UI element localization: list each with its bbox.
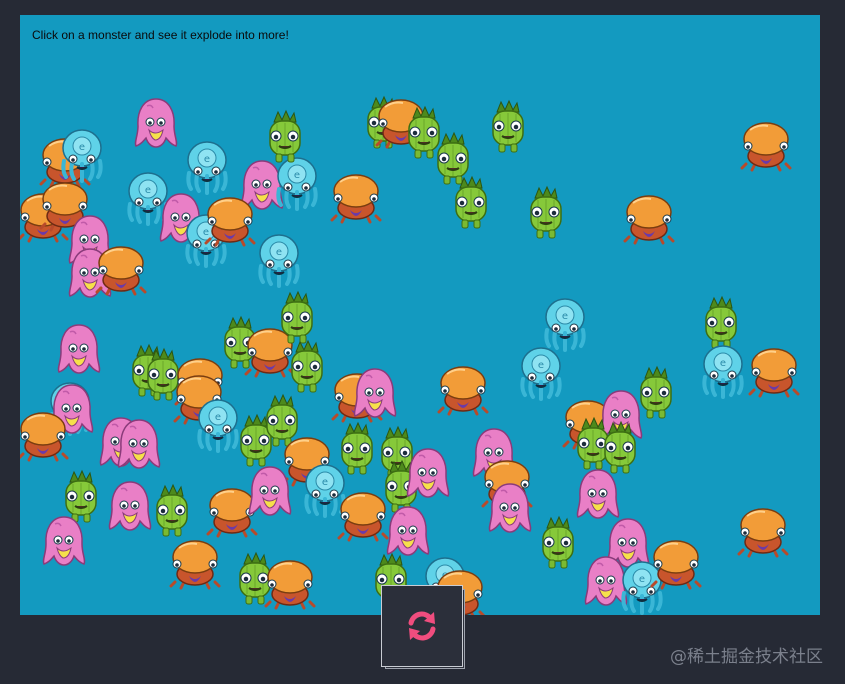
svg-text:e: e (276, 247, 282, 258)
monster-orange[interactable] (738, 120, 794, 172)
monster-orange[interactable] (335, 490, 391, 542)
monster-orange[interactable] (20, 410, 71, 462)
monster-blue[interactable]: e (541, 296, 589, 352)
monster-green[interactable] (149, 483, 195, 542)
svg-text:e: e (562, 311, 568, 322)
monster-pink[interactable] (487, 481, 533, 535)
svg-text:e: e (322, 477, 328, 488)
monster-pink[interactable] (352, 366, 398, 420)
monster-orange[interactable] (167, 538, 223, 590)
svg-text:e: e (294, 170, 300, 181)
monster-pink[interactable] (107, 479, 153, 533)
monster-orange[interactable] (262, 558, 318, 610)
monster-blue[interactable]: e (183, 139, 231, 195)
monster-pink[interactable] (133, 96, 179, 150)
monster-green[interactable] (485, 99, 531, 158)
watermark: @稀土掘金技术社区 (670, 647, 823, 667)
monster-blue[interactable]: e (255, 232, 303, 288)
svg-text:e: e (720, 358, 726, 369)
monster-pink[interactable] (247, 464, 293, 518)
monster-orange[interactable] (648, 538, 704, 590)
monster-orange[interactable] (621, 193, 677, 245)
svg-text:e: e (639, 574, 645, 585)
monster-green[interactable] (535, 515, 581, 574)
reload-button[interactable] (381, 585, 463, 667)
monster-pink[interactable] (405, 446, 451, 500)
monster-orange[interactable] (435, 364, 491, 416)
reload-control (381, 585, 465, 669)
game-canvas[interactable]: Click on a monster and see it explode in… (20, 15, 820, 615)
monster-green[interactable] (523, 185, 569, 244)
monster-pink[interactable] (575, 467, 621, 521)
monster-blue[interactable]: e (699, 343, 747, 399)
svg-text:e: e (145, 185, 151, 196)
svg-text:e: e (204, 154, 210, 165)
svg-text:e: e (538, 360, 544, 371)
monster-pink[interactable] (41, 514, 87, 568)
monster-orange[interactable] (328, 172, 384, 224)
monster-blue[interactable]: e (517, 345, 565, 401)
monster-green[interactable] (448, 175, 494, 234)
monster-pink[interactable] (56, 322, 102, 376)
monster-green[interactable] (633, 365, 679, 424)
monster-orange[interactable] (202, 195, 258, 247)
monster-green[interactable] (284, 339, 330, 398)
svg-text:e: e (79, 142, 85, 153)
monster-orange[interactable] (93, 244, 149, 296)
monster-blue[interactable]: e (58, 127, 106, 183)
monster-green[interactable] (262, 109, 308, 168)
monster-orange[interactable] (735, 506, 791, 558)
svg-text:e: e (215, 412, 221, 423)
monster-pink[interactable] (385, 504, 431, 558)
monster-pink[interactable] (116, 417, 162, 471)
instruction-text: Click on a monster and see it explode in… (32, 28, 289, 42)
monster-orange[interactable] (746, 346, 802, 398)
refresh-icon (408, 611, 436, 641)
